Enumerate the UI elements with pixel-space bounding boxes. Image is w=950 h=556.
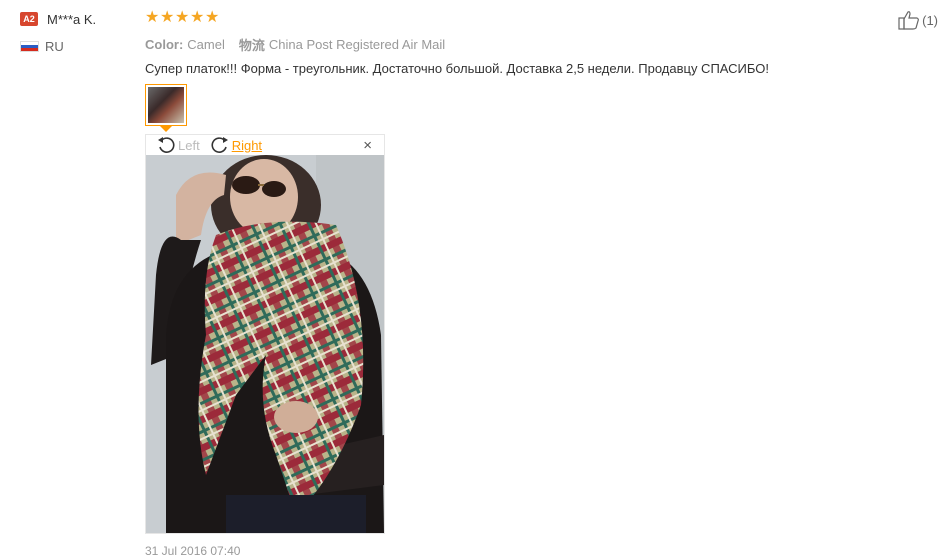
rotate-left-button[interactable]: Left [156, 135, 200, 155]
reviewer-info: A2 M***a K. RU [20, 10, 135, 54]
star-rating: ★ ★ ★ ★ ★ [145, 9, 905, 27]
star-icon: ★ [175, 9, 190, 26]
helpful-count: (1) [922, 12, 938, 28]
shipping-value: China Post Registered Air Mail [268, 36, 446, 52]
rotate-right-button[interactable]: Right [210, 135, 262, 155]
photo-viewer: Left Right × [145, 134, 385, 534]
reviewer-country: RU [20, 38, 135, 54]
thumbs-up-icon [898, 11, 920, 30]
order-attributes: Color: Camel 物流 China Post Registered Ai… [145, 35, 905, 53]
review-photo-illustration [146, 155, 384, 533]
review-photo [146, 155, 384, 533]
star-icon: ★ [190, 9, 205, 26]
country-code: RU [45, 38, 64, 54]
close-icon[interactable]: × [363, 137, 372, 154]
reviewer-name: M***a K. [47, 11, 97, 27]
star-icon: ★ [160, 9, 175, 26]
helpful-vote-button[interactable]: (1) [898, 10, 938, 30]
color-label: Color: [145, 36, 184, 52]
rotate-left-icon [158, 137, 175, 153]
photo-viewer-toolbar: Left Right × [146, 135, 384, 155]
shipping-label: 物流 [238, 37, 265, 53]
rotate-left-label: Left [178, 137, 200, 153]
review-photo-thumbnail[interactable] [145, 84, 187, 126]
rotate-right-label: Right [231, 137, 263, 153]
review-content: ★ ★ ★ ★ ★ Color: Camel 物流 China Post Reg… [145, 9, 905, 556]
thumbnail-pointer [160, 126, 172, 132]
star-icon: ★ [205, 9, 220, 26]
rotate-right-icon [211, 137, 228, 153]
review-date: 31 Jul 2016 07:40 [145, 544, 241, 556]
reviewer-name-row: A2 M***a K. [20, 10, 135, 28]
color-value: Camel [187, 36, 225, 52]
review-item: A2 M***a K. RU ★ ★ ★ ★ ★ Color: Camel 物流… [0, 0, 950, 556]
star-icon: ★ [145, 9, 160, 26]
review-text: Супер платок!!! Форма - треугольник. Дос… [145, 61, 770, 76]
level-badge: A2 [20, 12, 38, 26]
thumbnail-image [148, 87, 184, 123]
russia-flag-icon [20, 40, 39, 52]
